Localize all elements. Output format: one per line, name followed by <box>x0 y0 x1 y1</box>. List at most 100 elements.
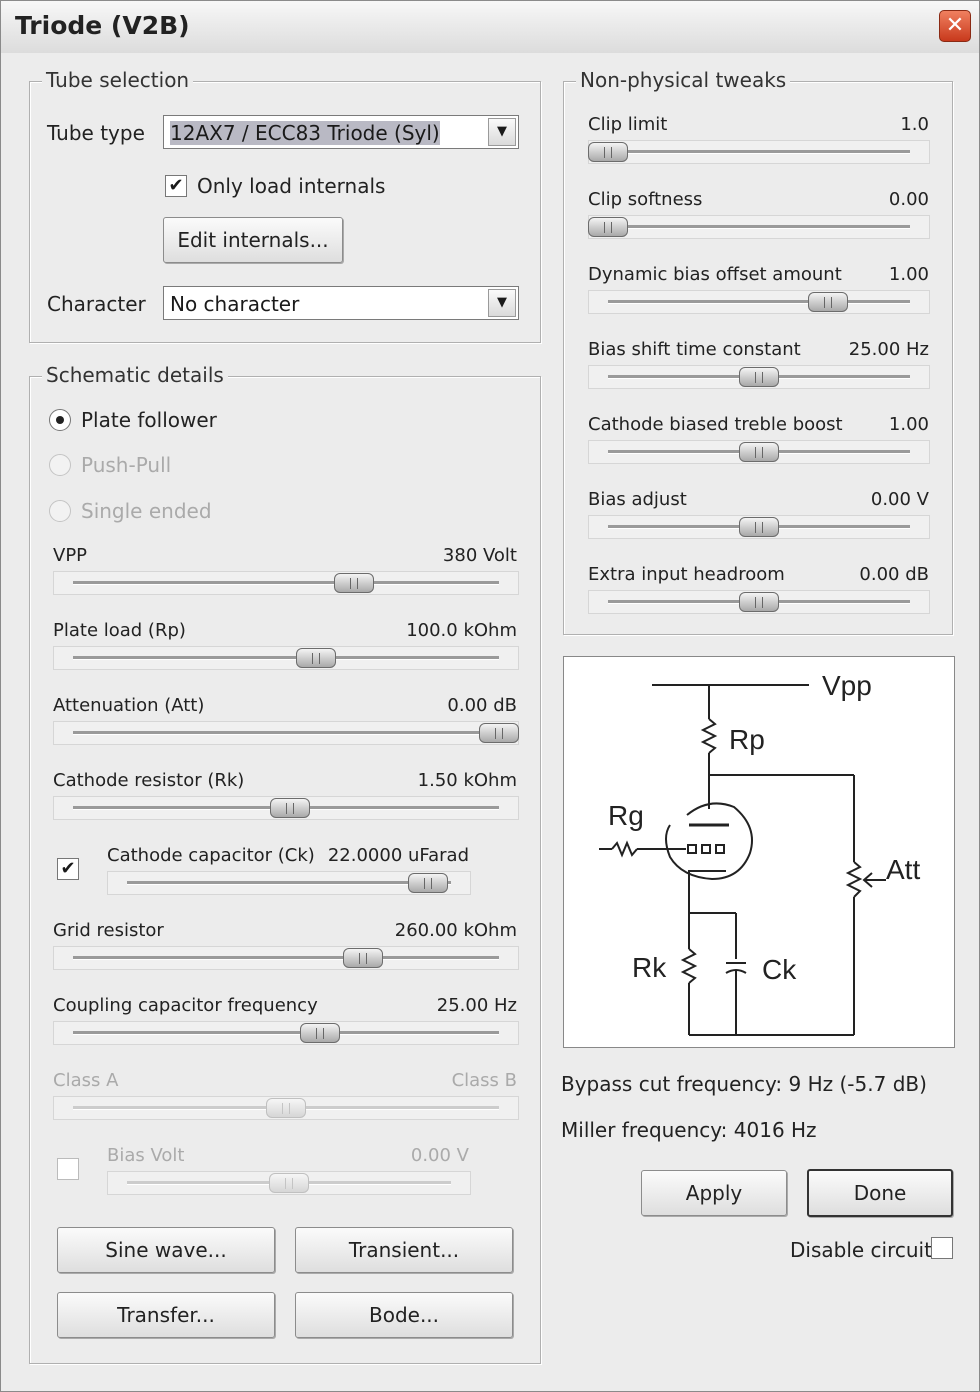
class-b-label: Class B <box>451 1070 517 1091</box>
vpp-label: VPP <box>53 545 88 566</box>
vpp-slider[interactable] <box>53 571 519 595</box>
dynamic-bias-offset-value: 1.00 <box>888 264 929 285</box>
clip-limit-value: 1.0 <box>900 114 929 135</box>
cathode-capacitor-slider[interactable] <box>107 871 471 895</box>
edit-internals-button[interactable]: Edit internals... <box>163 217 343 263</box>
slider-thumb[interactable] <box>739 367 779 387</box>
sine-wave-button[interactable]: Sine wave... <box>57 1227 275 1273</box>
radio-single-ended <box>49 500 71 522</box>
only-load-internals-checkbox[interactable]: ✔ <box>165 175 187 197</box>
slider-thumb[interactable] <box>270 798 311 818</box>
slider-thumb[interactable] <box>588 142 628 162</box>
slider-thumb <box>269 1173 309 1193</box>
tube-type-value: 12AX7 / ECC83 Triode (Syl) <box>170 121 440 145</box>
triode-tube-envelope <box>665 802 753 881</box>
title-bar[interactable]: Triode (V2B) ✕ <box>1 1 979 53</box>
slider-thumb[interactable] <box>739 442 779 462</box>
window-title: Triode (V2B) <box>15 11 190 40</box>
coupling-capacitor-value: 25.00 Hz <box>436 995 517 1016</box>
slider-thumb[interactable] <box>479 723 519 743</box>
grid-resistor-label: Grid resistor <box>53 920 164 941</box>
bias-volt-slider <box>107 1171 471 1195</box>
cathode-capacitor-value: 22.0000 uFarad <box>327 845 469 866</box>
plate-load-label: Plate load (Rp) <box>53 620 186 641</box>
slider-thumb[interactable] <box>408 873 449 893</box>
disable-circuit-checkbox[interactable] <box>931 1237 953 1259</box>
cathode-resistor-value: 1.50 kOhm <box>417 770 517 791</box>
close-icon[interactable]: ✕ <box>939 10 971 42</box>
done-button[interactable]: Done <box>807 1169 953 1217</box>
slider-thumb[interactable] <box>334 573 375 593</box>
bias-adjust-label: Bias adjust <box>588 489 687 510</box>
plate-load-slider[interactable] <box>53 646 519 670</box>
cathode-capacitor-label: Cathode capacitor (Ck) <box>107 845 315 866</box>
clip-softness-label: Clip softness <box>588 189 703 210</box>
clip-softness-slider[interactable] <box>588 215 930 239</box>
rk-label: Rk <box>632 952 667 983</box>
plate-load-value: 100.0 kOhm <box>406 620 517 641</box>
clip-limit-slider[interactable] <box>588 140 930 164</box>
disable-circuit-label: Disable circuit <box>790 1238 932 1262</box>
radio-single-ended-label: Single ended <box>81 499 212 523</box>
bias-volt-checkbox[interactable] <box>57 1158 79 1180</box>
extra-headroom-value: 0.00 dB <box>859 564 929 585</box>
radio-plate-follower[interactable] <box>49 409 71 431</box>
character-label: Character <box>47 292 146 316</box>
transfer-button[interactable]: Transfer... <box>57 1292 275 1338</box>
bias-adjust-value: 0.00 V <box>870 489 929 510</box>
coupling-capacitor-slider[interactable] <box>53 1021 519 1045</box>
cathode-capacitor-checkbox[interactable]: ✔ <box>57 858 79 880</box>
cathode-resistor-slider[interactable] <box>53 796 519 820</box>
rk-resistor <box>680 948 698 984</box>
bode-button[interactable]: Bode... <box>295 1292 513 1338</box>
apply-button[interactable]: Apply <box>641 1170 787 1216</box>
class-a-label: Class A <box>53 1070 119 1091</box>
grid-resistor-slider[interactable] <box>53 946 519 970</box>
treble-boost-value: 1.00 <box>888 414 929 435</box>
rp-resistor <box>700 718 718 754</box>
chevron-down-icon[interactable]: ▼ <box>488 118 516 146</box>
transient-button[interactable]: Transient... <box>295 1227 513 1273</box>
tube-type-select[interactable]: 12AX7 / ECC83 Triode (Syl) ▼ <box>163 115 519 149</box>
schematic-diagram: Vpp Rp Rg Att Rk Ck <box>563 656 955 1048</box>
dynamic-bias-offset-slider[interactable] <box>588 290 930 314</box>
bias-volt-label: Bias Volt <box>107 1145 185 1166</box>
rg-resistor <box>611 840 638 858</box>
radio-push-pull <box>49 454 71 476</box>
slider-thumb[interactable] <box>739 517 779 537</box>
bias-shift-time-slider[interactable] <box>588 365 930 389</box>
att-potentiometer <box>845 861 863 898</box>
clip-limit-label: Clip limit <box>588 114 668 135</box>
slider-thumb[interactable] <box>808 292 849 312</box>
triode-dialog: Triode (V2B) ✕ Tube selection Tube type … <box>0 0 980 1392</box>
attenuation-slider[interactable] <box>53 721 519 745</box>
ck-label: Ck <box>762 954 797 985</box>
character-select[interactable]: No character ▼ <box>163 286 519 320</box>
only-load-internals-label: Only load internals <box>197 174 386 198</box>
schematic-details-group: Schematic details <box>29 363 541 1364</box>
class-slider <box>53 1096 519 1120</box>
treble-boost-slider[interactable] <box>588 440 930 464</box>
bias-volt-value: 0.00 V <box>410 1145 469 1166</box>
extra-headroom-slider[interactable] <box>588 590 930 614</box>
slider-thumb[interactable] <box>588 217 628 237</box>
slider-thumb[interactable] <box>295 648 336 668</box>
triode-schematic-svg: Vpp Rp Rg Att Rk Ck <box>599 670 920 1036</box>
character-value: No character <box>170 292 300 316</box>
bias-shift-time-value: 25.00 Hz <box>848 339 929 360</box>
chevron-down-icon[interactable]: ▼ <box>488 289 516 317</box>
clip-softness-value: 0.00 <box>888 189 929 210</box>
slider-thumb[interactable] <box>342 948 383 968</box>
attenuation-value: 0.00 dB <box>447 695 517 716</box>
vpp-value: 380 Volt <box>442 545 517 566</box>
tube-type-label: Tube type <box>47 121 145 145</box>
bias-adjust-slider[interactable] <box>588 515 930 539</box>
slider-thumb[interactable] <box>739 592 779 612</box>
slider-thumb[interactable] <box>300 1023 341 1043</box>
rg-label: Rg <box>608 800 644 831</box>
vpp-label: Vpp <box>822 670 872 701</box>
rp-label: Rp <box>729 724 765 755</box>
extra-headroom-label: Extra input headroom <box>588 564 785 585</box>
grid-resistor-value: 260.00 kOhm <box>394 920 517 941</box>
radio-push-pull-label: Push-Pull <box>81 453 172 477</box>
